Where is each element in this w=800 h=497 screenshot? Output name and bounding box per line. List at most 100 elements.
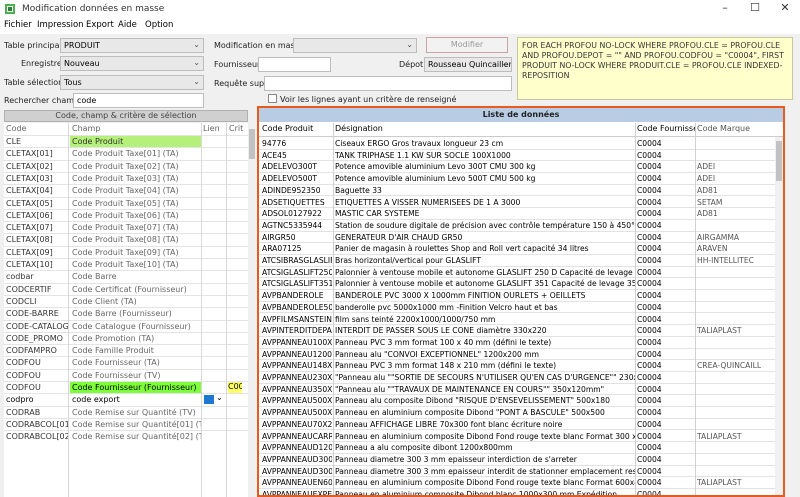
field-lien[interactable]: [202, 370, 226, 381]
rechercher-input[interactable]: code: [73, 93, 204, 108]
field-row[interactable]: CODE-BARRE Code Barre (Fournisseur): [4, 307, 248, 319]
col-header-code-marque[interactable]: Code Marque: [697, 124, 761, 133]
field-row[interactable]: CLETAX[01] Code Produit Taxe[01] (TA): [4, 147, 248, 159]
field-crit[interactable]: [228, 296, 242, 307]
field-lien[interactable]: [202, 333, 226, 344]
field-lien[interactable]: [202, 234, 226, 245]
field-row[interactable]: CODCLI Code Client (TA): [4, 294, 248, 307]
field-crit[interactable]: [228, 247, 242, 258]
field-crit[interactable]: [228, 271, 242, 282]
color-swatch[interactable]: [204, 395, 214, 405]
field-crit[interactable]: [228, 308, 242, 319]
menu-option[interactable]: Option: [145, 20, 173, 30]
field-row[interactable]: CLE Code Produit: [4, 135, 248, 147]
menu-aide[interactable]: Aide: [118, 20, 137, 30]
field-lien[interactable]: [202, 284, 226, 295]
field-row[interactable]: CODFAMPRO Code Famille Produit: [4, 344, 248, 356]
requete-input[interactable]: [264, 76, 512, 91]
data-row[interactable]: AVPPANNEAUEN60 Panneau en aluminium compo…: [259, 477, 775, 489]
field-lien[interactable]: [202, 271, 226, 282]
col-header-code[interactable]: Code: [6, 124, 26, 133]
modif-masse-select[interactable]: ⌄: [293, 38, 417, 53]
field-crit[interactable]: [228, 173, 242, 184]
field-lien[interactable]: [202, 247, 226, 258]
data-row[interactable]: AVPPANNEAU148X Panneau PVC 3 mm format 14…: [259, 360, 775, 372]
field-lien[interactable]: [202, 222, 226, 233]
field-row[interactable]: CLETAX[05] Code Produit Taxe[05] (TA): [4, 196, 248, 209]
voir-lignes-checkbox[interactable]: [268, 94, 277, 103]
field-lien[interactable]: ⌄: [202, 393, 226, 405]
field-row[interactable]: CLETAX[02] Code Produit Taxe[02] (TA): [4, 159, 248, 172]
field-lien[interactable]: [202, 407, 226, 418]
field-row[interactable]: CLETAX[03] Code Produit Taxe[03] (TA): [4, 171, 248, 184]
depot-select[interactable]: Rousseau Quincailler ⌄: [424, 57, 512, 72]
field-crit[interactable]: [228, 357, 242, 368]
data-row[interactable]: AVPPANNEAU500X Panneau alu composite Dibo…: [259, 395, 775, 408]
col-header-designation[interactable]: Désignation: [335, 124, 635, 133]
data-row[interactable]: 94776 Ciseaux ERGO Gros travaux longueur …: [259, 138, 775, 150]
field-crit[interactable]: [228, 222, 242, 233]
table-principale-select[interactable]: PRODUIT ⌄: [60, 38, 204, 53]
col-header-code-produit[interactable]: Code Produit: [262, 124, 332, 133]
data-row[interactable]: AVPPANNEAU1200 Panneau alu "CONVOI EXCEPT…: [259, 349, 775, 361]
field-row[interactable]: CODCERTIF Code Certificat (Fournisseur): [4, 282, 248, 295]
field-crit[interactable]: [228, 345, 242, 356]
data-row[interactable]: AVPFILMSANSTEIN film sans teinté 2200x100…: [259, 314, 775, 326]
field-crit[interactable]: [228, 394, 242, 405]
col-header-champ[interactable]: Champ: [72, 124, 100, 133]
field-crit[interactable]: C00: [228, 382, 242, 393]
field-lien[interactable]: [202, 136, 226, 147]
field-crit[interactable]: [228, 407, 242, 418]
menu-export[interactable]: Export: [86, 20, 114, 30]
table-selection-select[interactable]: Tous ⌄: [60, 75, 204, 90]
minimize-button[interactable]: –: [710, 0, 740, 18]
menu-impression[interactable]: Impression: [37, 20, 84, 30]
field-crit[interactable]: [228, 198, 242, 209]
data-row[interactable]: AIRGR50 GENERATEUR D'AIR CHAUD GR50 C0004 A…: [259, 232, 775, 244]
fournisseur-input[interactable]: [258, 57, 331, 72]
field-crit[interactable]: [228, 136, 242, 147]
field-crit[interactable]: [228, 185, 242, 196]
maximize-button[interactable]: ☐: [740, 0, 770, 18]
close-button[interactable]: ✕: [770, 0, 800, 18]
field-row[interactable]: CODE_PROMO Code Promotion (TA): [4, 331, 248, 344]
data-row[interactable]: ADELEVO300T Potence amovible aluminium Le…: [259, 161, 775, 174]
left-scrollbar[interactable]: [248, 123, 256, 497]
data-list-scrollbar[interactable]: [775, 137, 783, 495]
field-row[interactable]: CODRABCOL[02] Code Remise sur Quantité[02…: [4, 430, 248, 442]
data-row[interactable]: AGTNC5335944 Station de soudure digitale …: [259, 220, 775, 232]
field-crit[interactable]: [228, 210, 242, 221]
field-lien[interactable]: [202, 382, 226, 393]
field-crit[interactable]: [228, 333, 242, 344]
enregistrement-select[interactable]: Nouveau ⌄: [60, 56, 204, 71]
data-row[interactable]: AVPPANNEAUD120 Panneau a alu composite di…: [259, 442, 775, 454]
data-row[interactable]: AVPBANDEROLE BANDEROLE PVC 3000 X 1000mm …: [259, 290, 775, 302]
data-row[interactable]: ATCSIGLASLIFT250D Palonnier à ventouse mo…: [259, 267, 775, 279]
field-crit[interactable]: [228, 419, 242, 430]
field-row[interactable]: CLETAX[04] Code Produit Taxe[04] (TA): [4, 184, 248, 196]
data-row[interactable]: AVPBANDEROLE5000banderolle pvc 5000x1000…: [259, 302, 775, 314]
data-row[interactable]: AVPINTERDITDEPA INTERDIT DE PASSER SOUS L…: [259, 325, 775, 337]
modifier-button[interactable]: Modifier: [426, 37, 508, 53]
data-row[interactable]: ADINDE952350 Baguette 33 C0004 AD81: [259, 185, 775, 197]
field-crit[interactable]: [228, 148, 242, 159]
field-lien[interactable]: [202, 296, 226, 307]
field-row[interactable]: CLETAX[07] Code Produit Taxe[07] (TA): [4, 221, 248, 233]
data-row[interactable]: AVPPANNEAU500X Panneau en aluminium compo…: [259, 407, 775, 419]
data-row[interactable]: ATCSIBRASGLASLIFT Bras horizontal/vertica…: [259, 255, 775, 267]
field-crit[interactable]: [228, 161, 242, 172]
data-row[interactable]: AVPPANNEAUCARR Panneau en aluminium compo…: [259, 431, 775, 443]
data-row[interactable]: ADSETIQUETTES ETIQUETTES A VISSER NUMERIS…: [259, 197, 775, 209]
field-lien[interactable]: [202, 185, 226, 196]
field-lien[interactable]: [202, 419, 226, 430]
field-crit[interactable]: [228, 431, 242, 442]
field-row[interactable]: CODFOU Code Fournisseur (TV): [4, 368, 248, 381]
field-lien[interactable]: [202, 345, 226, 356]
col-header-lien[interactable]: Lien: [203, 124, 220, 133]
field-row[interactable]: CODRABCOL[01] Code Remise sur Quantité[01…: [4, 417, 248, 430]
field-crit[interactable]: [228, 321, 242, 332]
field-row[interactable]: CLETAX[08] Code Produit Taxe[08] (TA): [4, 233, 248, 245]
data-row[interactable]: AVPPANNEAUD300 Panneau diametre 300 3 mm …: [259, 454, 775, 466]
field-lien[interactable]: [202, 431, 226, 442]
field-lien[interactable]: [202, 259, 226, 270]
